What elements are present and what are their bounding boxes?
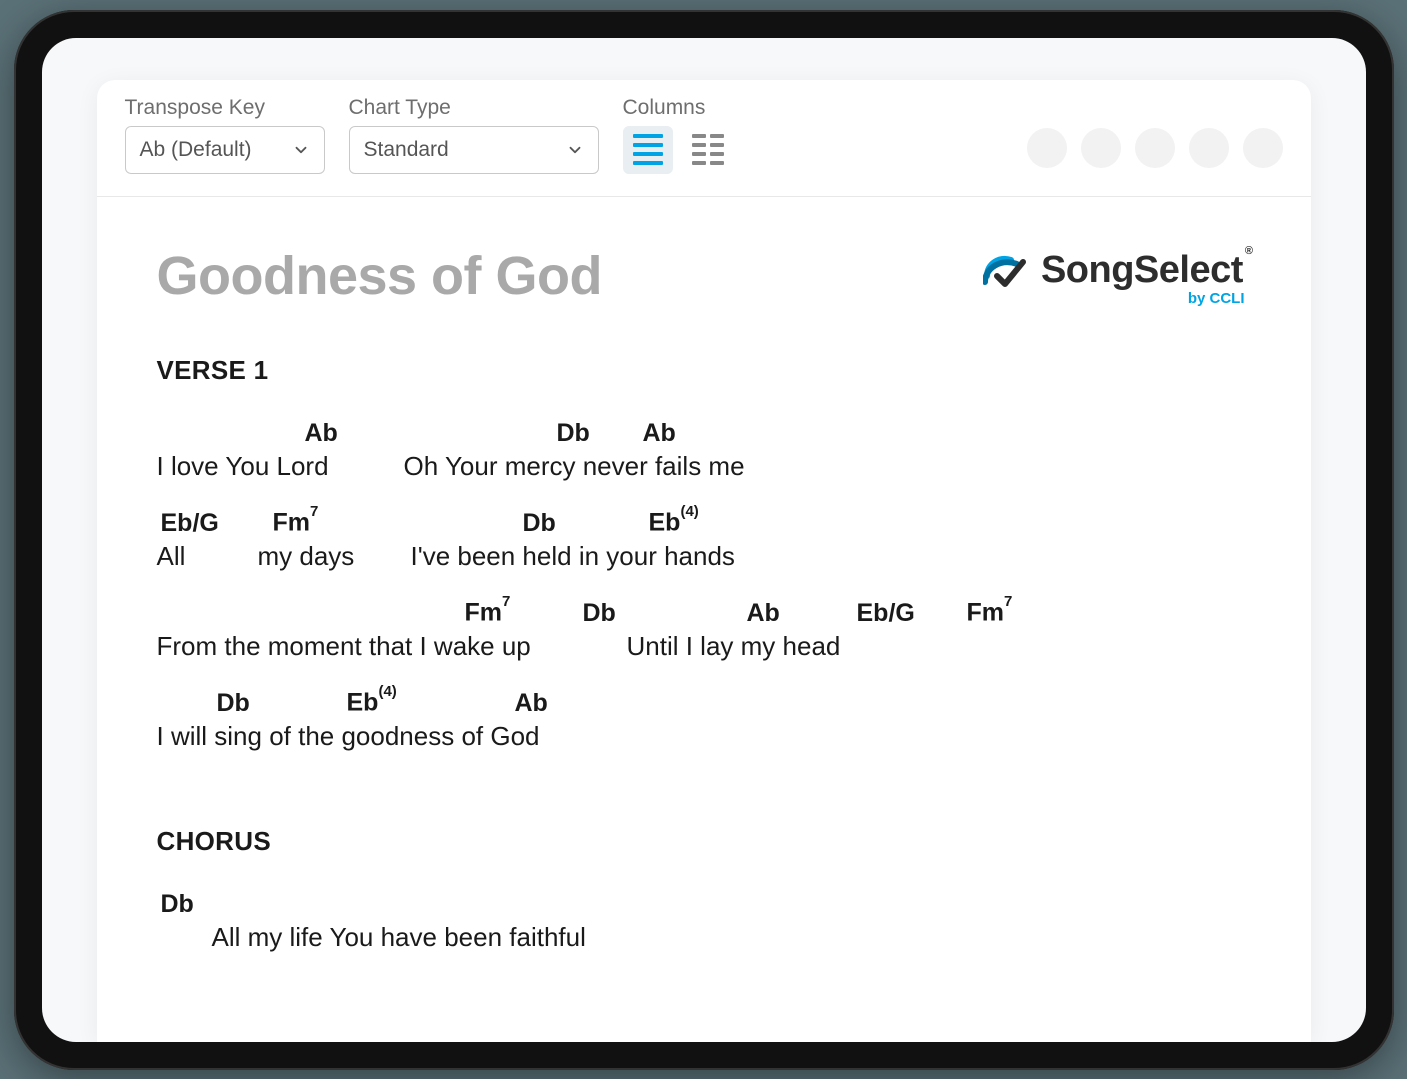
chord: Ab [747,599,780,628]
chord-row: Db Eb(4) Ab [157,686,1251,718]
chord-line: Db All my life You have been faithful [157,887,1251,953]
toolbar-actions [1027,128,1283,174]
lyric-row: From the moment that I wake up Until I la… [157,628,1251,662]
chord-row: Fm7 Db Ab Eb/G Fm7 [157,596,1251,628]
transpose-group: Transpose Key Ab (Default) [125,96,325,174]
action-button-2[interactable] [1081,128,1121,168]
chord: Eb(4) [649,508,699,537]
lyric: Until I lay my head [627,631,841,662]
song-title: Goodness of God [157,245,603,307]
tablet-frame: Transpose Key Ab (Default) Chart Type St… [14,10,1394,1070]
columns-single-button[interactable] [623,126,673,174]
sheet-header: Goodness of God SongSele [157,245,1251,307]
chord: Ab [515,689,548,718]
chord-line: Ab Db Ab I love You Lord Oh Your mercy never… [157,416,1251,482]
chord: Db [161,890,194,919]
lyric: Oh Your mercy never fails me [404,451,745,482]
columns-label: Columns [623,96,733,120]
charttype-label: Chart Type [349,96,599,120]
chord: Ab [643,419,676,448]
lyric: From the moment that I wake up [157,631,531,662]
tablet-screen: Transpose Key Ab (Default) Chart Type St… [42,38,1366,1042]
chord-line: Eb/G Fm7 Db Eb(4) All my days I've been held i… [157,506,1251,572]
lyric-row: All my days I've been held in your hands [157,538,1251,572]
charttype-value: Standard [364,138,449,162]
chord: Eb/G [857,599,915,628]
transpose-select[interactable]: Ab (Default) [125,126,325,174]
chord-sheet: Goodness of God SongSele [97,197,1311,953]
lyric: I will sing of the goodness of God [157,721,540,752]
lyric: All my life You have been faithful [212,922,586,953]
chord: Fm7 [967,598,1013,627]
lyric: I love You Lord [157,451,329,482]
action-button-5[interactable] [1243,128,1283,168]
chevron-down-icon [566,141,584,159]
brand-byline: by CCLI [1188,290,1251,307]
chord-line: Db Eb(4) Ab I will sing of the goodness of … [157,686,1251,752]
lyric-row: I love You Lord Oh Your mercy never fails… [157,448,1251,482]
chord: Ab [305,419,338,448]
lyric: I've been held in your hands [411,541,735,572]
single-column-icon [633,134,663,165]
chord: Fm7 [273,508,319,537]
chord: Eb(4) [347,688,397,717]
chord: Db [583,599,616,628]
chord: Fm7 [465,598,511,627]
chord: Eb/G [161,509,219,538]
lyric-row: I will sing of the goodness of God [157,718,1251,752]
transpose-label: Transpose Key [125,96,325,120]
columns-double-button[interactable] [683,126,733,174]
lyric-row: All my life You have been faithful [157,919,1251,953]
action-button-4[interactable] [1189,128,1229,168]
charttype-group: Chart Type Standard [349,96,599,174]
chord: Db [557,419,590,448]
sections-container: VERSE 1 Ab Db Ab I love You Lord Oh Your merc… [157,355,1251,953]
chord: Db [217,689,250,718]
columns-group: Columns [623,96,733,174]
toolbar: Transpose Key Ab (Default) Chart Type St… [97,80,1311,197]
app-card: Transpose Key Ab (Default) Chart Type St… [97,80,1311,1042]
charttype-select[interactable]: Standard [349,126,599,174]
brand-name: SongSelect® [1041,249,1251,292]
chord: Db [523,509,556,538]
chord-row: Eb/G Fm7 Db Eb(4) [157,506,1251,538]
lyric: my days [258,541,355,572]
lyric: All [157,541,186,572]
brand-logo: SongSelect® by CCLI [983,245,1251,307]
section-label: VERSE 1 [157,355,1251,386]
transpose-value: Ab (Default) [140,138,252,162]
action-button-3[interactable] [1135,128,1175,168]
songselect-mark-icon [983,250,1029,290]
chord-row: Ab Db Ab [157,416,1251,448]
double-column-icon [692,134,724,165]
chord-row: Db [157,887,1251,919]
section-label: CHORUS [157,826,1251,857]
chevron-down-icon [292,141,310,159]
chord-line: Fm7DbAbEb/GFm7From the moment that I wak… [157,596,1251,662]
action-button-1[interactable] [1027,128,1067,168]
